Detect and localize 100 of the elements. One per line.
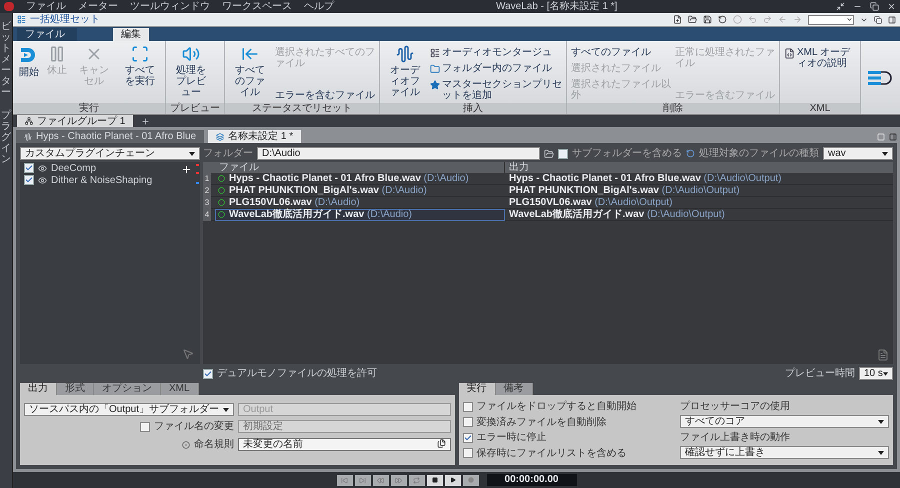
overwrite-dropdown[interactable]: 確認せずに上書き <box>680 446 889 460</box>
ribbon-tab[interactable]: ファイル <box>17 28 77 41</box>
stop-button[interactable] <box>426 474 442 486</box>
checkbox-label: ファイル名の変更 <box>154 420 234 434</box>
file-group-tab[interactable]: ファイルグループ 1 <box>17 115 134 127</box>
ribbon-item[interactable]: オーディオモンタージュ <box>430 47 562 58</box>
ribbon-button[interactable]: 開始 <box>17 45 41 103</box>
checkbox-label: 保存時にファイルリストを含める <box>476 448 626 459</box>
output-cell-text: WaveLab徹底活用ガイド.wav (D:\Audio\Output) <box>508 209 726 220</box>
checkbox[interactable] <box>24 175 34 185</box>
file-cell[interactable]: PHAT PHUNKTION_BigAl's.wav (D:\Audio) <box>215 184 505 196</box>
refresh-icon[interactable] <box>686 149 695 158</box>
add-plugin-icon[interactable] <box>181 164 192 175</box>
group-label: ステータスでリセット <box>225 103 379 114</box>
checkbox[interactable] <box>203 368 213 378</box>
folder-field[interactable]: D:\Audio <box>257 147 540 160</box>
ribbon-button[interactable]: すべてを実行 <box>119 45 161 103</box>
document-tab[interactable]: Hyps - Chaotic Planet - 01 Afro Blue <box>16 130 204 143</box>
plugin-chain-dropdown[interactable]: カスタムプラグインチェーン <box>20 147 200 160</box>
checkbox[interactable] <box>462 432 472 443</box>
checkbox[interactable] <box>140 422 150 432</box>
file-cell[interactable]: PLG150VL06.wav (D:\Audio) <box>215 196 505 208</box>
close-icon[interactable] <box>887 2 896 11</box>
transport-button[interactable] <box>408 474 424 486</box>
plugin-name[interactable]: Dither & NoiseShaping <box>51 174 152 186</box>
checkbox[interactable] <box>462 448 472 458</box>
panel-icon[interactable] <box>889 133 897 141</box>
transport-button[interactable] <box>372 474 388 486</box>
skip-back-icon <box>341 476 348 484</box>
ribbon-button[interactable]: 処理をプレビュー <box>170 45 212 103</box>
checkbox[interactable] <box>462 417 472 428</box>
restore-icon[interactable] <box>870 2 879 11</box>
ribbon-item[interactable]: フォルダー内のファイル <box>430 63 562 74</box>
row-number: 1 <box>203 172 211 184</box>
transport-button[interactable] <box>390 474 406 486</box>
record-button[interactable] <box>462 474 478 486</box>
ribbon-item[interactable]: すべてのファイル <box>571 47 671 58</box>
ribbon-item[interactable]: エラーを含むファイル <box>275 90 375 101</box>
ribbon-tab[interactable]: 編集 <box>113 28 149 41</box>
row-number: 2 <box>203 184 211 196</box>
revert-icon[interactable] <box>718 15 727 24</box>
menu-item[interactable]: ツールウィンドウ <box>130 0 210 12</box>
dropdown-arrow-icon <box>223 408 229 412</box>
file-cell[interactable]: Hyps - Chaotic Planet - 01 Afro Blue.wav (D:\Audio) <box>215 172 505 184</box>
file-type-dropdown[interactable]: wav <box>823 147 893 160</box>
panel-tab[interactable]: 備考 <box>496 383 532 395</box>
dropdown-arrow-icon <box>878 420 884 424</box>
group-label: プレビュー <box>166 103 224 114</box>
eye-icon[interactable] <box>38 176 47 184</box>
play-button[interactable] <box>444 474 460 486</box>
plugin-name[interactable]: DeeComp <box>51 162 96 174</box>
panel-tab[interactable]: 実行 <box>458 383 496 395</box>
menu-item[interactable]: ワークスペース <box>222 0 292 12</box>
edit-rule-icon[interactable] <box>436 439 446 448</box>
montage-icon <box>430 48 440 58</box>
eye-icon[interactable] <box>38 164 47 172</box>
compact-icon[interactable] <box>836 2 845 11</box>
checkbox[interactable] <box>24 163 34 173</box>
naming-field[interactable]: 未変更の名前 <box>238 438 450 451</box>
menu-item[interactable]: ヘルプ <box>304 0 334 12</box>
panel-tab[interactable]: 出力 <box>20 383 57 395</box>
side-tab[interactable]: プラグイン <box>1 110 11 165</box>
record-icon <box>468 477 474 483</box>
app-logo-icon <box>4 2 14 11</box>
new-file-icon[interactable] <box>673 15 682 24</box>
file-cell[interactable]: WaveLab徹底活用ガイド.wav (D:\Audio) <box>215 208 505 220</box>
add-tab-icon[interactable] <box>141 116 150 126</box>
destination-dropdown[interactable]: ソースパス内の「Output」サブフォルダー <box>24 403 234 416</box>
waveform-icon <box>24 132 32 140</box>
checkbox[interactable] <box>558 148 568 158</box>
open-folder-icon[interactable] <box>688 15 697 24</box>
skip-forward-icon <box>359 476 366 484</box>
transport-button[interactable] <box>354 474 370 486</box>
stop-icon <box>432 477 438 483</box>
column-header[interactable]: 出力 <box>505 162 893 173</box>
panel-tab[interactable]: XML <box>161 383 199 395</box>
panel-tab[interactable]: 形式 <box>57 383 94 395</box>
checkbox[interactable] <box>462 402 472 412</box>
transport-button[interactable] <box>336 474 352 486</box>
menu-item[interactable]: メーター <box>78 0 118 12</box>
rename-preset-field[interactable]: 初期設定 <box>238 420 450 433</box>
menu-item[interactable]: ファイル <box>26 0 66 12</box>
layout-icon[interactable] <box>888 16 896 24</box>
scan-icon <box>131 45 149 63</box>
document-tab[interactable]: 名称未設定 1 * <box>208 130 302 143</box>
ribbon-item[interactable]: XML オーディオの説明 <box>784 47 856 69</box>
ribbon-item[interactable]: マスターセクションプリセットを追加 <box>430 79 562 101</box>
overwrite-label: ファイル上書き時の動作 <box>680 432 791 443</box>
cores-dropdown[interactable]: すべてのコア <box>680 415 889 428</box>
preview-time-dropdown[interactable]: 10 s <box>859 367 893 380</box>
float-window-icon[interactable] <box>874 16 882 24</box>
window-title: WaveLab - [名称未設定 1 *] <box>496 0 618 12</box>
panel-tab[interactable]: オプション <box>94 383 161 395</box>
ribbon-button[interactable]: すべてのファイル <box>229 45 271 103</box>
xml-file-icon <box>784 48 795 59</box>
browse-folder-icon[interactable] <box>544 148 554 158</box>
ribbon-button[interactable]: オーディオファイル <box>384 45 426 103</box>
save-icon[interactable] <box>703 15 712 24</box>
checkbox-label: ファイルをドロップすると自動開始 <box>476 401 636 412</box>
side-tab[interactable]: ビットメーター <box>1 21 11 98</box>
